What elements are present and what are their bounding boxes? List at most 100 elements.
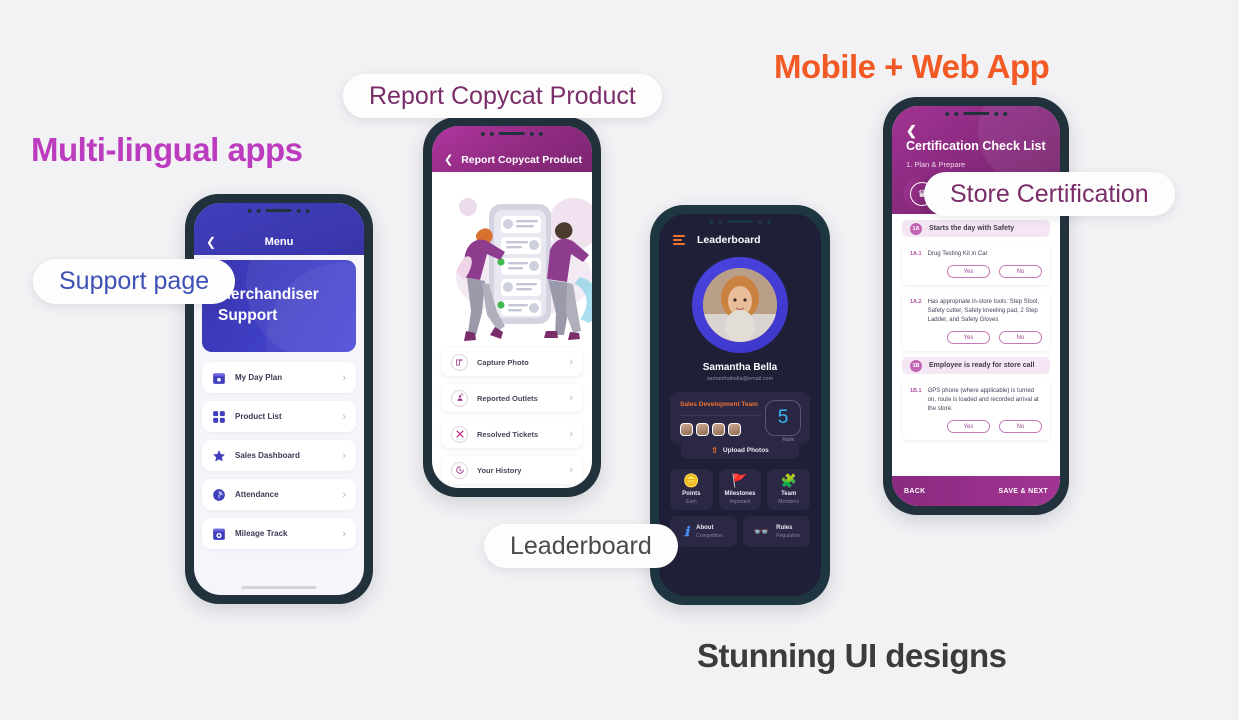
list-item[interactable]: Reported Outlets › [442,384,582,412]
list-item[interactable]: Sales Dashboard › [202,440,356,471]
section-number: 1A [910,222,922,235]
chevron-right-icon: › [342,488,346,501]
phone-mockup-copycat: ❮ Report Copycat Product Capture Photo ›… [423,117,601,497]
rules-icon: 👓 [752,524,770,539]
list-item-label: Your History [477,465,522,475]
tile-rules[interactable]: 👓 Rules Regulation [743,516,810,547]
phone-notch [688,214,792,229]
question-number: 1A.1 [910,251,922,257]
odometer-icon [212,527,226,541]
phone-notch [461,126,563,141]
list-item[interactable]: Attendance › [202,479,356,510]
heading-mobile-web-app: Mobile + Web App [774,48,1050,85]
no-button[interactable]: No [999,265,1042,278]
tile-subtitle: Regulation [776,532,801,539]
avatar [659,257,821,353]
section-number: 1B [910,359,922,372]
screen-leaderboard: Leaderboard Samantha Bella samanthabella… [659,214,821,596]
leaderboard-tile-grid: 🪙 Points Earn 🚩 Milestones Important 🧩 T… [659,459,821,547]
tile-title: Milestones [724,491,756,497]
list-item-label: Reported Outlets [477,393,538,403]
chevron-left-icon[interactable]: ❮ [206,235,216,249]
screen-certification: ❮ Certification Check List 1. Plan & Pre… [892,106,1060,506]
question-text: GPS phone (where applicable) is turned o… [927,388,1039,412]
section-header-1b: 1B Employee is ready for store call [902,357,1050,374]
list-item[interactable]: Resolved Tickets › [442,420,582,448]
chevron-right-icon: › [342,410,346,423]
no-button[interactable]: No [999,420,1042,433]
chevron-right-icon: › [569,356,573,368]
save-next-button[interactable]: SAVE & NEXT [999,488,1048,495]
list-item[interactable]: Product List › [202,401,356,432]
list-item-label: Resolved Tickets [477,429,539,439]
chevron-right-icon: › [569,464,573,476]
leaderboard-nav-title: Leaderboard [697,234,761,246]
list-item[interactable]: Your History › [442,456,582,484]
tile-title: Rules [776,524,793,531]
info-icon: ℹ [684,524,690,539]
coins-icon: 🪙 [683,473,700,488]
tile-title: Team [781,491,797,497]
tile-title: Points [682,491,701,497]
question-1b1: 1B.1 GPS phone (where applicable) is tur… [902,380,1050,440]
certification-body: 1A Starts the day with Safety 1A.1 Drug … [892,214,1060,440]
tile-subtitle: Important [729,499,751,505]
callout-store-certification: Store Certification [924,172,1175,216]
yes-button[interactable]: Yes [947,331,990,344]
chevron-right-icon: › [569,428,573,440]
question-number: 1B.1 [910,388,922,394]
question-1a1: 1A.1 Drug Testing Kit in Car Yes No [902,243,1050,285]
heading-multi-lingual-apps: Multi-lingual apps [31,131,303,168]
rank-badge: 5 [765,400,801,436]
question-text: Drug Testing Kit in Car [927,251,988,257]
question-number: 1A.2 [910,299,922,305]
tile-subtitle: Competition [696,532,723,539]
flag-icon: 🚩 [731,473,749,488]
tile-points[interactable]: 🪙 Points Earn [670,469,713,510]
hamburger-icon[interactable] [673,234,685,246]
certification-footer: BACK SAVE & NEXT [892,476,1060,506]
list-item-label: Capture Photo [477,357,529,367]
profile-name: Samantha Bella [702,362,778,373]
callout-report-copycat-product: Report Copycat Product [343,74,662,118]
calendar-icon [212,371,226,385]
list-item[interactable]: Capture Photo › [442,348,582,376]
list-item[interactable]: Mileage Track › [202,518,356,549]
team-card: Sales Development Team 5 Rank [670,392,810,444]
tile-about[interactable]: ℹ About Competition [670,516,737,547]
callout-leaderboard: Leaderboard [484,524,678,568]
callout-support-page: Support page [33,259,236,304]
list-item-label: My Day Plan [235,373,283,382]
tile-milestones[interactable]: 🚩 Milestones Important [718,469,762,510]
star-icon [212,449,226,463]
section-heading: Employee is ready for store call [929,362,1035,369]
avatar [728,423,741,436]
back-button[interactable]: BACK [904,488,925,495]
phone-mockup-support: ❮ Menu Merchandiser Support My Day Plan … [185,194,373,604]
avatar [712,423,725,436]
rank-label: Rank [782,437,794,443]
poster-canvas: Multi-lingual apps Mobile + Web App Stun… [0,0,1239,720]
no-button[interactable]: No [999,331,1042,344]
list-item[interactable]: My Day Plan › [202,362,356,393]
list-item-label: Sales Dashboard [235,451,300,460]
tile-team[interactable]: 🧩 Team Members [767,469,811,510]
grid-icon [212,410,226,424]
list-item-label: Mileage Track [235,529,288,538]
chevron-left-icon[interactable]: ❮ [444,153,453,166]
yes-button[interactable]: Yes [947,265,990,278]
support-hero-line2: Support [218,307,278,324]
profile-email: samanthabella@email.com [706,376,774,382]
avatar [680,423,693,436]
team-icon: 🧩 [780,473,797,488]
clock-history-icon [451,461,468,479]
yes-button[interactable]: Yes [947,420,990,433]
divider [680,415,762,416]
camera-icon [451,353,468,371]
tile-title: About [696,524,714,531]
person-refresh-icon [451,389,468,407]
page-subtitle: 1. Plan & Prepare [906,160,966,169]
heading-stunning-ui-designs: Stunning UI designs [697,637,1007,674]
chevron-left-icon[interactable]: ❮ [906,123,917,139]
avatar [696,423,709,436]
